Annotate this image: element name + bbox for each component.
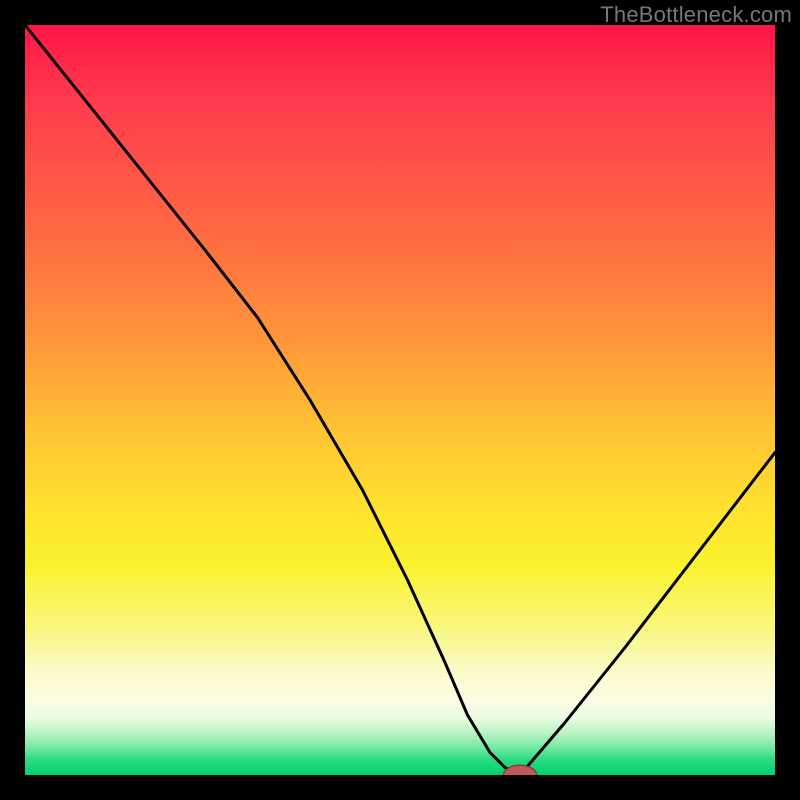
chart-frame: TheBottleneck.com <box>0 0 800 800</box>
attribution-watermark: TheBottleneck.com <box>600 2 792 28</box>
optimal-point-marker <box>504 765 537 775</box>
chart-svg <box>25 25 775 775</box>
bottleneck-curve <box>25 25 775 775</box>
plot-area <box>25 25 775 775</box>
